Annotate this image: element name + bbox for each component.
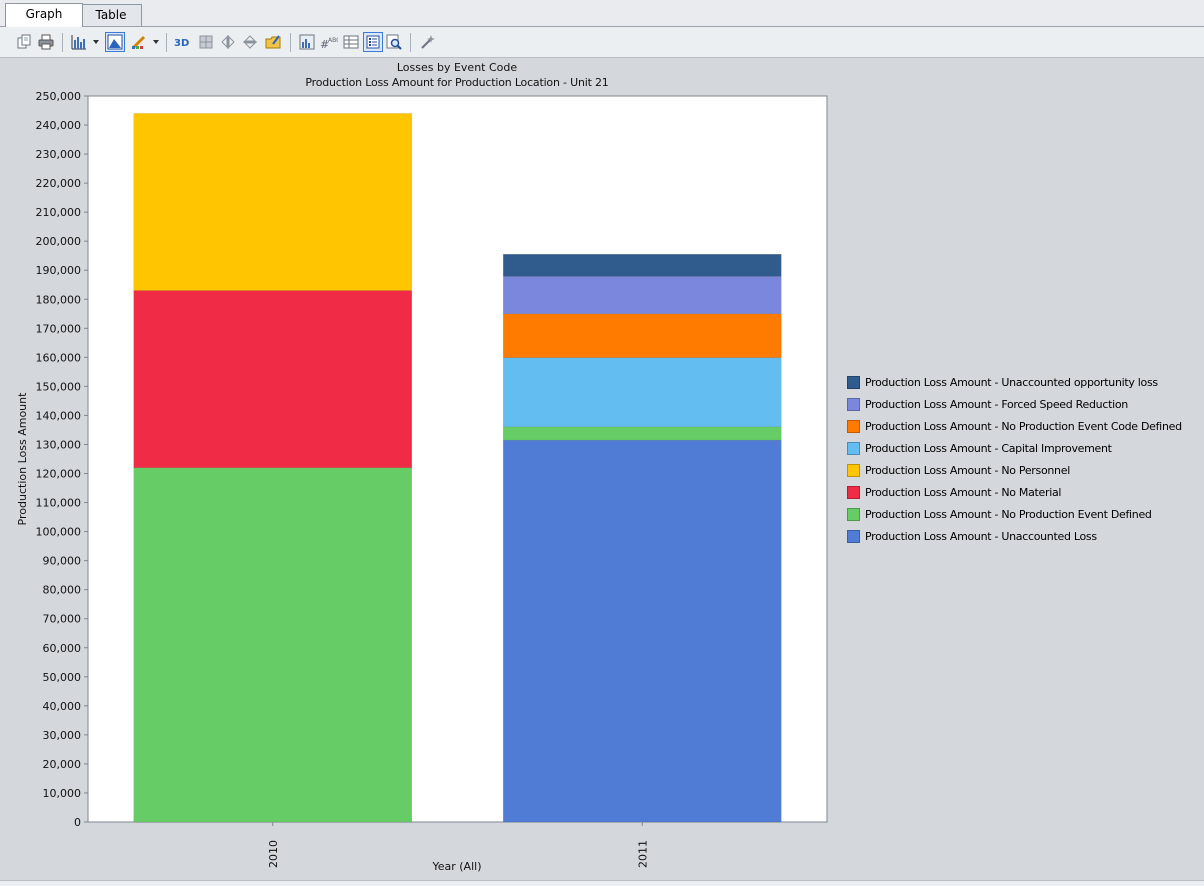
legend-swatch [847, 441, 860, 455]
bar-segment[interactable] [503, 439, 782, 823]
bar-segment[interactable] [503, 426, 782, 441]
legend-swatch [847, 397, 860, 411]
legend-swatch [847, 419, 860, 433]
y-tick-label: 230,000 [36, 148, 82, 161]
bar-segment[interactable] [503, 254, 782, 277]
y-tick-label: 0 [74, 816, 81, 829]
legend-swatch [847, 485, 860, 499]
y-tick-label: 190,000 [36, 264, 82, 277]
bar-segment[interactable] [503, 357, 782, 428]
legend-swatch [847, 507, 860, 521]
legend-label: Production Loss Amount - No Personnel [865, 463, 1070, 477]
bar-segment[interactable] [133, 113, 412, 291]
y-tick-label: 130,000 [36, 438, 82, 451]
y-tick-label: 110,000 [36, 497, 82, 510]
y-tick-label: 90,000 [43, 555, 82, 568]
legend-item[interactable]: Production Loss Amount - No Personnel [847, 461, 1070, 479]
legend-label: Production Loss Amount - Capital Improve… [865, 441, 1112, 455]
y-tick-label: 240,000 [36, 119, 82, 132]
y-axis-ticks: 0 10,000 20,000 30,000 40,000 50,000 60,000 70,… [36, 90, 88, 829]
legend-label: Production Loss Amount - Forced Speed Re… [865, 397, 1128, 411]
legend-swatch [847, 529, 860, 543]
x-tick-label: 2011 [636, 840, 649, 868]
y-tick-label: 20,000 [43, 758, 82, 771]
legend-label: Production Loss Amount - No Material [865, 485, 1062, 499]
y-tick-label: 140,000 [36, 409, 82, 422]
legend-label: Production Loss Amount - Unaccounted Los… [865, 529, 1097, 543]
tab-graph[interactable]: Graph [5, 3, 83, 27]
y-tick-label: 170,000 [36, 322, 82, 335]
legend-item[interactable]: Production Loss Amount - Capital Improve… [847, 439, 1112, 457]
y-tick-label: 160,000 [36, 351, 82, 364]
y-tick-label: 70,000 [43, 613, 82, 626]
legend-item[interactable]: Production Loss Amount - Unaccounted opp… [847, 373, 1158, 391]
y-tick-label: 180,000 [36, 293, 82, 306]
y-tick-label: 40,000 [43, 700, 82, 713]
x-tick-label: 2010 [267, 840, 280, 868]
bottom-border [0, 880, 1204, 886]
bar-segment[interactable] [503, 313, 782, 358]
y-tick-label: 60,000 [43, 642, 82, 655]
legend-item[interactable]: Production Loss Amount - Forced Speed Re… [847, 395, 1128, 413]
y-tick-label: 10,000 [43, 787, 82, 800]
legend-swatch [847, 375, 860, 389]
y-axis-label: Production Loss Amount [16, 392, 29, 526]
y-tick-label: 100,000 [36, 526, 82, 539]
chart-title: Losses by Event Code [397, 61, 518, 74]
y-tick-label: 210,000 [36, 206, 82, 219]
bar-segment[interactable] [133, 290, 412, 468]
legend-item[interactable]: Production Loss Amount - No Production E… [847, 505, 1152, 523]
chart-subtitle: Production Loss Amount for Production Lo… [305, 76, 608, 89]
y-tick-label: 150,000 [36, 380, 82, 393]
bar-segment[interactable] [133, 467, 412, 823]
legend-swatch [847, 463, 860, 477]
legend-item[interactable]: Production Loss Amount - No Material [847, 483, 1061, 501]
legend-label: Production Loss Amount - Unaccounted opp… [865, 375, 1158, 389]
legend-label: Production Loss Amount - No Production E… [865, 507, 1152, 521]
y-tick-label: 120,000 [36, 468, 82, 481]
y-tick-label: 30,000 [43, 729, 82, 742]
legend-item[interactable]: Production Loss Amount - No Production E… [847, 417, 1182, 435]
y-tick-label: 200,000 [36, 235, 82, 248]
y-tick-label: 50,000 [43, 671, 82, 684]
legend-item[interactable]: Production Loss Amount - Unaccounted Los… [847, 527, 1097, 545]
y-tick-label: 220,000 [36, 177, 82, 190]
y-tick-label: 250,000 [36, 90, 82, 103]
y-tick-label: 80,000 [43, 584, 82, 597]
bar-segment[interactable] [503, 276, 782, 315]
legend-label: Production Loss Amount - No Production E… [865, 419, 1182, 433]
x-axis-label: Year (All) [431, 860, 481, 873]
